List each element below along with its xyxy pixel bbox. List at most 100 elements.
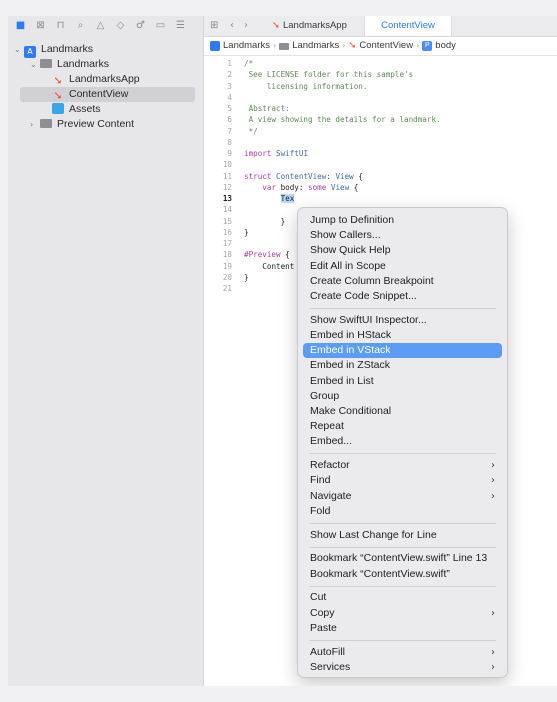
- tree-item-label: Assets: [69, 103, 101, 115]
- bookmark-icon[interactable]: ⊓: [54, 19, 67, 32]
- tag-icon[interactable]: ♂: [134, 19, 147, 32]
- menu-item-label: Bookmark “ContentView.swift”: [310, 567, 450, 580]
- chevron-right-icon[interactable]: ›: [30, 117, 40, 132]
- assets-icon: [52, 103, 64, 114]
- menu-item-copy[interactable]: Copy ›: [303, 606, 502, 621]
- menu-item-show-swiftui-inspector[interactable]: Show SwiftUI Inspector...: [303, 313, 502, 328]
- line-number: 12: [222, 182, 232, 192]
- code-line[interactable]: 1 /*: [204, 58, 557, 69]
- line-number: 1: [227, 59, 232, 68]
- chevron-right-icon: ›: [491, 607, 495, 619]
- swift-file-icon: ➘: [53, 89, 63, 102]
- menu-item-embed-in-list[interactable]: Embed in List: [303, 374, 502, 389]
- chevron-right-icon: ›: [491, 475, 495, 487]
- grid-icon[interactable]: ⊞: [210, 19, 218, 32]
- line-number: 19: [222, 261, 232, 271]
- menu-item-label: Paste: [310, 621, 337, 634]
- tree-item-label: Landmarks: [41, 43, 93, 55]
- menu-item-services[interactable]: Services ›: [303, 660, 502, 675]
- code-text: #Preview {: [244, 250, 290, 260]
- tree-item-landmarks-folder[interactable]: ⌄ Landmarks: [30, 57, 109, 72]
- code-line[interactable]: 6 A view showing the details for a landm…: [204, 114, 557, 125]
- tab-label: LandmarksApp: [282, 20, 347, 31]
- menu-item-label: Embed in HStack: [310, 329, 392, 341]
- swift-file-icon: ➘: [53, 74, 63, 87]
- menu-item-label: Copy: [310, 606, 335, 619]
- code-line[interactable]: 3 licensing information.: [204, 81, 557, 92]
- tab-label: ContentView: [381, 20, 435, 31]
- menu-item-bookmark-contentview-swift[interactable]: Bookmark “ContentView.swift”: [303, 567, 502, 582]
- tab-contentview[interactable]: ContentView: [364, 16, 452, 36]
- chevron-down-icon[interactable]: ⌄: [14, 42, 24, 57]
- menu-item-make-conditional[interactable]: Make Conditional: [303, 404, 502, 419]
- x-square-icon[interactable]: ⊠: [34, 19, 47, 32]
- menu-item-embed-in-hstack[interactable]: Embed in HStack: [303, 328, 502, 343]
- chevron-right-icon: ›: [416, 41, 420, 50]
- tree-item-landmarks-project[interactable]: ⌄ A Landmarks: [14, 42, 93, 58]
- menu-item-show-callers[interactable]: Show Callers...: [303, 228, 502, 243]
- code-line[interactable]: 7 */: [204, 126, 557, 137]
- menu-item-show-last-change-for-line[interactable]: Show Last Change for Line: [303, 528, 502, 543]
- tree-item-contentview[interactable]: ➘ ContentView: [20, 87, 195, 102]
- warning-icon[interactable]: △: [94, 19, 107, 32]
- breadcrumb-file[interactable]: ContentView: [359, 40, 413, 51]
- menu-item-autofill[interactable]: AutoFill ›: [303, 645, 502, 660]
- code-line[interactable]: 9 import SwiftUI: [204, 148, 557, 159]
- tree-item-assets[interactable]: Assets: [52, 102, 101, 117]
- menu-item-navigate[interactable]: Navigate ›: [303, 489, 502, 504]
- code-text: */: [244, 126, 258, 136]
- line-number: 2: [227, 70, 232, 80]
- menu-item-bookmark-contentview-swift-line-13[interactable]: Bookmark “ContentView.swift” Line 13: [303, 551, 502, 566]
- code-line[interactable]: 5 Abstract:: [204, 103, 557, 114]
- tab-landmarksapp[interactable]: ➘ LandmarksApp: [266, 16, 353, 36]
- rectangle-icon[interactable]: ▭: [154, 19, 167, 32]
- code-line[interactable]: 8: [204, 137, 557, 148]
- menu-item-embed-in-vstack[interactable]: Embed in VStack: [303, 343, 502, 359]
- breadcrumb-project[interactable]: Landmarks: [223, 40, 270, 51]
- editor-tab-bar: ⊞ ‹ › ➘ LandmarksApp ContentView: [204, 16, 557, 37]
- menu-item-paste[interactable]: Paste: [303, 621, 502, 636]
- search-icon[interactable]: ⌕: [74, 19, 87, 32]
- code-line[interactable]: 13 Tex: [204, 193, 557, 204]
- line-number: 21: [222, 284, 232, 293]
- line-number: 20: [222, 272, 232, 282]
- list-icon[interactable]: ☰: [174, 19, 187, 32]
- code-text: licensing information.: [244, 81, 368, 91]
- code-line[interactable]: 2 See LICENSE folder for this sample's: [204, 69, 557, 80]
- menu-item-embed-in-zstack[interactable]: Embed in ZStack: [303, 358, 502, 373]
- menu-item-label: Edit All in Scope: [310, 259, 386, 272]
- menu-item-label: Refactor: [310, 459, 350, 472]
- line-number: 10: [222, 160, 232, 170]
- tree-item-landmarksapp[interactable]: ➘ LandmarksApp: [52, 72, 139, 87]
- line-number: 3: [227, 81, 232, 91]
- menu-item-embed[interactable]: Embed...: [303, 434, 502, 449]
- menu-item-create-column-breakpoint[interactable]: Create Column Breakpoint: [303, 274, 502, 289]
- project-icon: [210, 41, 220, 51]
- code-text: }: [280, 216, 286, 226]
- chevron-right-icon[interactable]: ›: [244, 19, 248, 32]
- breadcrumb-symbol[interactable]: body: [435, 40, 456, 51]
- line-number: 15: [222, 216, 232, 226]
- menu-item-show-quick-help[interactable]: Show Quick Help: [303, 243, 502, 258]
- menu-item-cut[interactable]: Cut: [303, 590, 502, 605]
- menu-item-group[interactable]: Group: [303, 389, 502, 404]
- chevron-down-icon[interactable]: ⌄: [30, 57, 40, 72]
- folder-icon[interactable]: ■: [14, 19, 27, 32]
- menu-item-edit-all-in-scope[interactable]: Edit All in Scope: [303, 259, 502, 274]
- menu-item-label: Show Callers...: [310, 229, 381, 242]
- menu-item-jump-to-definition[interactable]: Jump to Definition: [303, 213, 502, 228]
- menu-item-refactor[interactable]: Refactor ›: [303, 458, 502, 473]
- code-line[interactable]: 11 struct ContentView: View {: [204, 171, 557, 182]
- diamond-icon[interactable]: ◇: [114, 19, 127, 32]
- menu-item-repeat[interactable]: Repeat: [303, 419, 502, 434]
- menu-item-fold[interactable]: Fold: [303, 504, 502, 519]
- breadcrumb-folder[interactable]: Landmarks: [292, 40, 339, 51]
- menu-item-create-code-snippet[interactable]: Create Code Snippet...: [303, 289, 502, 304]
- menu-item-find[interactable]: Find ›: [303, 473, 502, 488]
- menu-item-label: Create Column Breakpoint: [310, 274, 434, 287]
- code-line[interactable]: 4: [204, 92, 557, 103]
- tree-item-preview-content[interactable]: › Preview Content: [30, 117, 134, 132]
- code-line[interactable]: 10: [204, 159, 557, 170]
- code-line[interactable]: 12 var body: some View {: [204, 182, 557, 193]
- chevron-left-icon[interactable]: ‹: [230, 19, 234, 32]
